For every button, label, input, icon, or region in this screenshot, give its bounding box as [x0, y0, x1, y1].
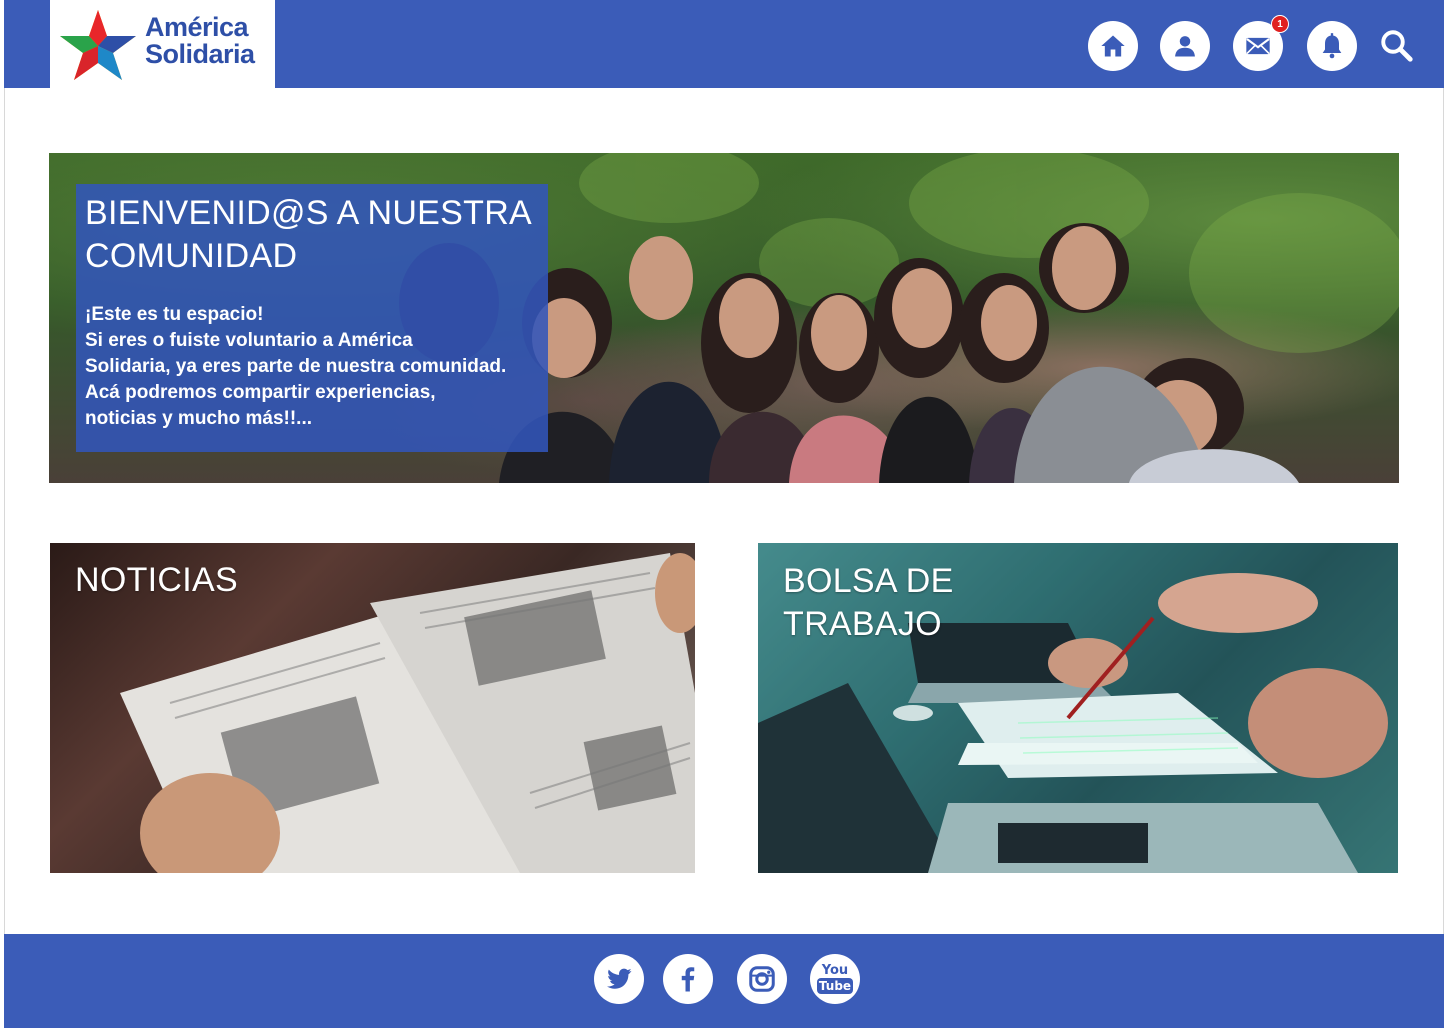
bell-icon: [1322, 33, 1342, 59]
youtube-icon-top: You: [821, 963, 849, 978]
brand-name[interactable]: América Solidaria: [145, 14, 255, 68]
welcome-line: Solidaria, ya eres parte de nuestra comu…: [85, 356, 507, 377]
welcome-line: ¡Este es tu espacio!: [85, 304, 264, 325]
home-icon: [1101, 35, 1125, 57]
brand-name-line2: Solidaria: [145, 39, 255, 69]
welcome-panel: BIENVENID@S A NUESTRA COMUNIDAD ¡Este es…: [76, 184, 548, 452]
job-board-title-line2: TRABAJO: [783, 605, 942, 643]
messages-button[interactable]: 1: [1233, 15, 1289, 71]
youtube-link[interactable]: You Tube: [810, 954, 860, 1004]
welcome-description: ¡Este es tu espacio! Si eres o fuiste vo…: [85, 302, 538, 432]
welcome-line: noticias y mucho más!!...: [85, 408, 312, 429]
search-icon[interactable]: [1378, 27, 1414, 63]
twitter-icon: [606, 968, 632, 989]
home-button[interactable]: [1088, 21, 1138, 71]
instagram-link[interactable]: [737, 954, 787, 1004]
facebook-link[interactable]: [663, 954, 713, 1004]
instagram-icon: [749, 966, 775, 992]
youtube-icon: You Tube: [816, 963, 854, 994]
welcome-title: BIENVENID@S A NUESTRA COMUNIDAD: [85, 194, 531, 275]
job-board-card[interactable]: BOLSA DE TRABAJO: [758, 543, 1398, 873]
welcome-line: Si eres o fuiste voluntario a América: [85, 330, 413, 351]
america-solidaria-star-logo-icon[interactable]: [58, 8, 138, 82]
job-board-title-line1: BOLSA DE: [783, 562, 954, 600]
welcome-line: Acá podremos compartir experiencias,: [85, 382, 436, 403]
news-card-title: NOTICIAS: [75, 561, 238, 599]
brand-name-line1: América: [145, 12, 249, 42]
welcome-banner: BIENVENID@S A NUESTRA COMUNIDAD ¡Este es…: [49, 153, 1399, 483]
notifications-button[interactable]: [1307, 21, 1357, 71]
user-icon: [1175, 36, 1195, 57]
youtube-icon-bottom: Tube: [816, 978, 854, 994]
mail-notification-badge: 1: [1271, 15, 1289, 33]
twitter-link[interactable]: [594, 954, 644, 1004]
news-card[interactable]: NOTICIAS: [50, 543, 695, 873]
footer: You Tube: [4, 934, 1444, 1028]
facebook-icon: [681, 967, 695, 992]
job-board-card-title: BOLSA DE TRABAJO: [783, 560, 954, 646]
profile-button[interactable]: [1160, 21, 1210, 71]
mail-icon: [1246, 37, 1270, 55]
